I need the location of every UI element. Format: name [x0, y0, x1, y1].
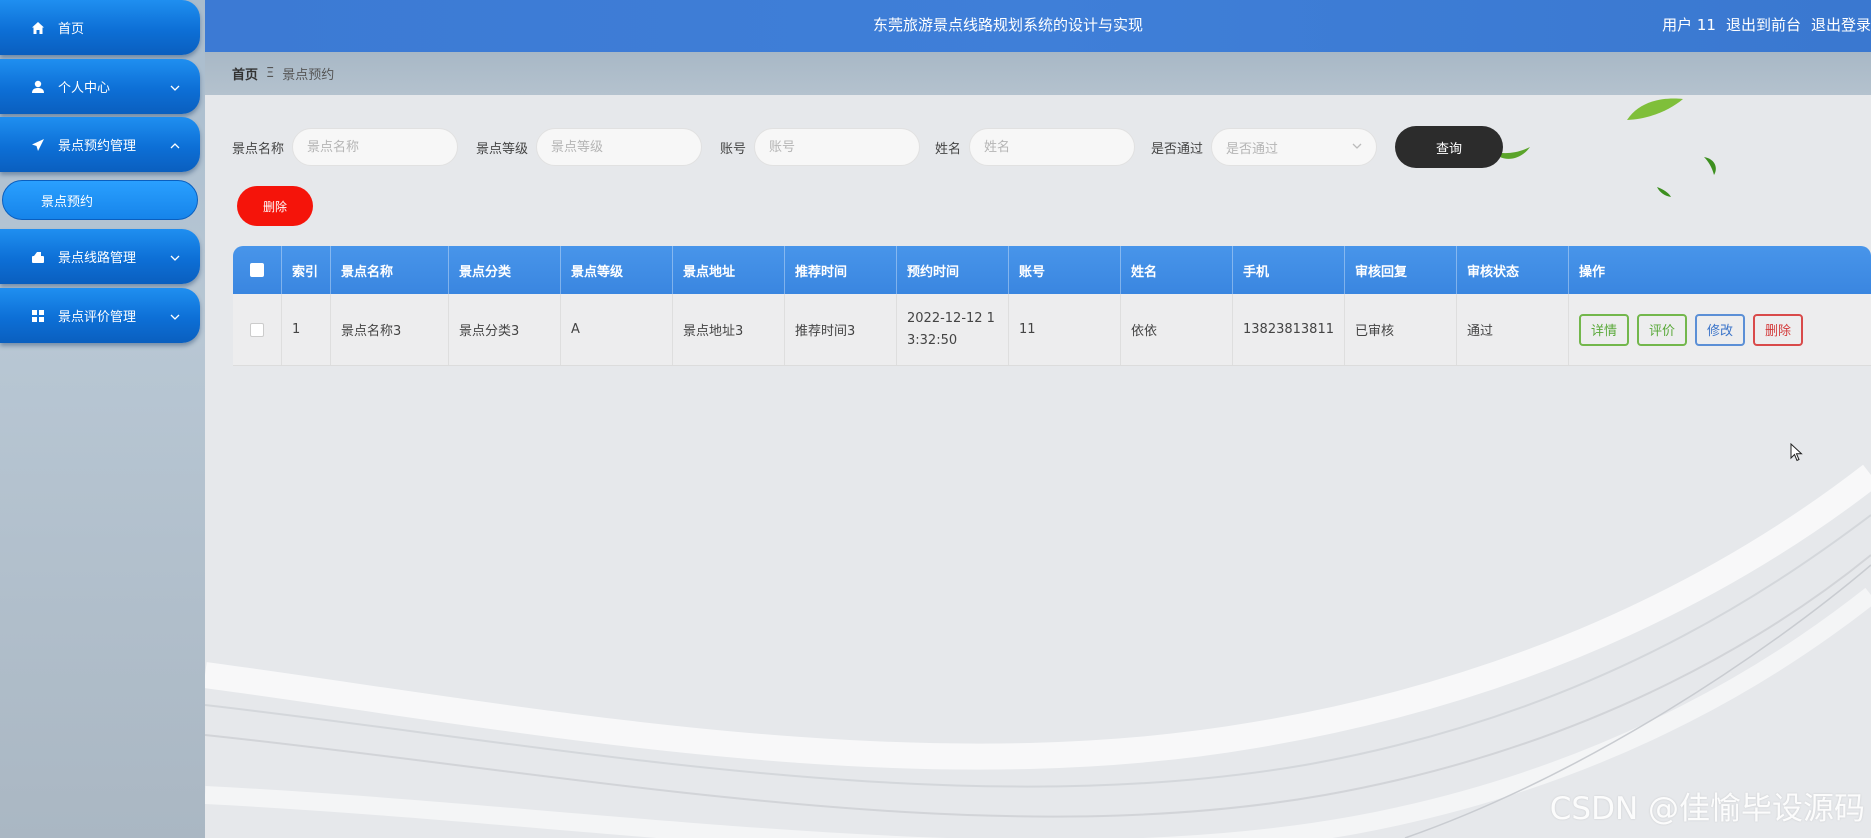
table-cell: 通过 — [1457, 294, 1569, 365]
column-header: 索引 — [282, 246, 331, 294]
table-cell: 依依 — [1121, 294, 1233, 365]
breadcrumb-current: 景点预约 — [282, 68, 335, 83]
table-cell: 1 — [282, 294, 331, 365]
filter-account-label: 账号 — [720, 141, 747, 157]
column-header: 景点等级 — [561, 246, 673, 294]
spot-level-input[interactable] — [536, 128, 703, 166]
home-icon — [30, 20, 46, 36]
sidebar-subitem-booking[interactable]: 景点预约 — [2, 180, 198, 220]
breadcrumb-home[interactable]: 首页 — [232, 64, 258, 83]
passed-select-value: 是否通过 — [1226, 141, 1279, 157]
sidebar-item-label: 首页 — [58, 22, 85, 37]
filter-name-label: 景点名称 — [232, 141, 285, 157]
column-header: 推荐时间 — [785, 246, 897, 294]
filter-person-group: 姓名 — [935, 128, 1136, 166]
sidebar-item-label: 景点评价管理 — [58, 310, 137, 325]
header-user-area: 用户 11 退出到前台 退出登录 — [1662, 14, 1871, 35]
current-user: 用户 11 — [1662, 16, 1716, 34]
user-icon — [30, 79, 46, 95]
leaf-decoration — [1657, 187, 1671, 197]
main-content: 景点名称 景点等级 账号 姓名 是否通过 是否通过 查询 删除 索引 景点名称 — [205, 95, 1871, 838]
filter-person-label: 姓名 — [935, 141, 962, 157]
booking-table: 索引 景点名称 景点分类 景点等级 景点地址 推荐时间 预约时间 账号 姓名 手… — [233, 246, 1871, 366]
account-input[interactable] — [754, 128, 921, 166]
rate-button[interactable]: 评价 — [1637, 313, 1688, 346]
filter-passed-group: 是否通过 是否通过 — [1151, 128, 1378, 166]
send-icon — [30, 137, 46, 153]
column-header: 预约时间 — [897, 246, 1009, 294]
row-select-cell — [233, 294, 282, 365]
column-header: 景点名称 — [331, 246, 449, 294]
mouse-cursor-icon — [1790, 443, 1803, 462]
column-header: 姓名 — [1121, 246, 1233, 294]
header-select-all-cell — [233, 246, 282, 294]
leaf-decoration — [1627, 98, 1683, 120]
chevron-up-icon — [170, 140, 180, 150]
passed-select[interactable]: 是否通过 — [1211, 128, 1378, 166]
sidebar-item-booking-management[interactable]: 景点预约管理 — [0, 117, 200, 172]
select-all-checkbox[interactable] — [250, 263, 264, 277]
row-delete-button[interactable]: 删除 — [1753, 313, 1804, 346]
table-cell: A — [561, 294, 673, 365]
sidebar-item-label: 景点预约管理 — [58, 139, 137, 154]
table-row: 1 景点名称3 景点分类3 A 景点地址3 推荐时间3 2022-12-12 1… — [233, 294, 1871, 366]
table-cell: 2022-12-12 13:32:50 — [897, 294, 1009, 365]
table-cell: 景点名称3 — [331, 294, 449, 365]
column-header: 景点地址 — [673, 246, 785, 294]
sidebar-item-personal-center[interactable]: 个人中心 — [0, 59, 200, 114]
spot-name-input[interactable] — [292, 128, 459, 166]
leaf-decoration — [1704, 157, 1716, 175]
grid-icon — [30, 308, 46, 324]
breadcrumb-separator: Ξ — [266, 66, 275, 81]
row-actions-cell: 详情 评价 修改 删除 — [1569, 294, 1859, 365]
breadcrumb: 首页 Ξ 景点预约 — [205, 52, 1871, 95]
sidebar-item-review-management[interactable]: 景点评价管理 — [0, 288, 200, 343]
filter-passed-label: 是否通过 — [1151, 141, 1204, 157]
table-cell: 13823813811 — [1233, 294, 1345, 365]
sidebar-item-route-management[interactable]: 景点线路管理 — [0, 229, 200, 284]
chevron-down-icon — [170, 311, 180, 321]
person-name-input[interactable] — [969, 128, 1136, 166]
table-cell: 11 — [1009, 294, 1121, 365]
row-checkbox[interactable] — [250, 322, 264, 337]
chevron-down-icon — [1352, 140, 1362, 155]
filter-account-group: 账号 — [720, 128, 921, 166]
row-actions: 详情 评价 修改 删除 — [1579, 313, 1804, 346]
column-header: 手机 — [1233, 246, 1345, 294]
column-header: 景点分类 — [449, 246, 561, 294]
query-button[interactable]: 查询 — [1395, 126, 1503, 168]
sidebar-item-label: 景点线路管理 — [58, 251, 137, 266]
table-cell: 已审核 — [1345, 294, 1457, 365]
filter-level-group: 景点等级 — [476, 128, 703, 166]
sidebar: 首页 个人中心 景点预约管理 景点预约 景点线路管理 景点评价管理 — [0, 0, 205, 838]
sidebar-item-label: 个人中心 — [58, 81, 111, 96]
bulk-delete-button[interactable]: 删除 — [237, 186, 313, 226]
chevron-down-icon — [170, 82, 180, 92]
top-header: 东莞旅游景点线路规划系统的设计与实现 用户 11 退出到前台 退出登录 — [205, 0, 1871, 52]
app-title: 东莞旅游景点线路规划系统的设计与实现 — [872, 16, 1143, 34]
cart-icon — [30, 249, 46, 265]
table-cell: 推荐时间3 — [785, 294, 897, 365]
table-cell: 景点地址3 — [673, 294, 785, 365]
filter-name-group: 景点名称 — [232, 128, 459, 166]
column-header: 审核状态 — [1457, 246, 1569, 294]
sidebar-item-home[interactable]: 首页 — [0, 0, 200, 55]
logout-link[interactable]: 退出登录 — [1811, 14, 1871, 35]
table-header: 索引 景点名称 景点分类 景点等级 景点地址 推荐时间 预约时间 账号 姓名 手… — [233, 246, 1871, 294]
column-header: 账号 — [1009, 246, 1121, 294]
edit-button[interactable]: 修改 — [1695, 313, 1746, 346]
detail-button[interactable]: 详情 — [1579, 313, 1630, 346]
back-to-front-link[interactable]: 退出到前台 — [1726, 14, 1801, 35]
background-swoosh — [205, 464, 1871, 838]
column-header: 审核回复 — [1345, 246, 1457, 294]
column-header: 操作 — [1579, 264, 1606, 280]
watermark: CSDN @佳愉毕设源码 — [1549, 791, 1865, 827]
table-cell: 景点分类3 — [449, 294, 561, 365]
sidebar-subitem-label: 景点预约 — [41, 194, 94, 210]
filter-level-label: 景点等级 — [476, 141, 529, 157]
chevron-down-icon — [170, 252, 180, 262]
